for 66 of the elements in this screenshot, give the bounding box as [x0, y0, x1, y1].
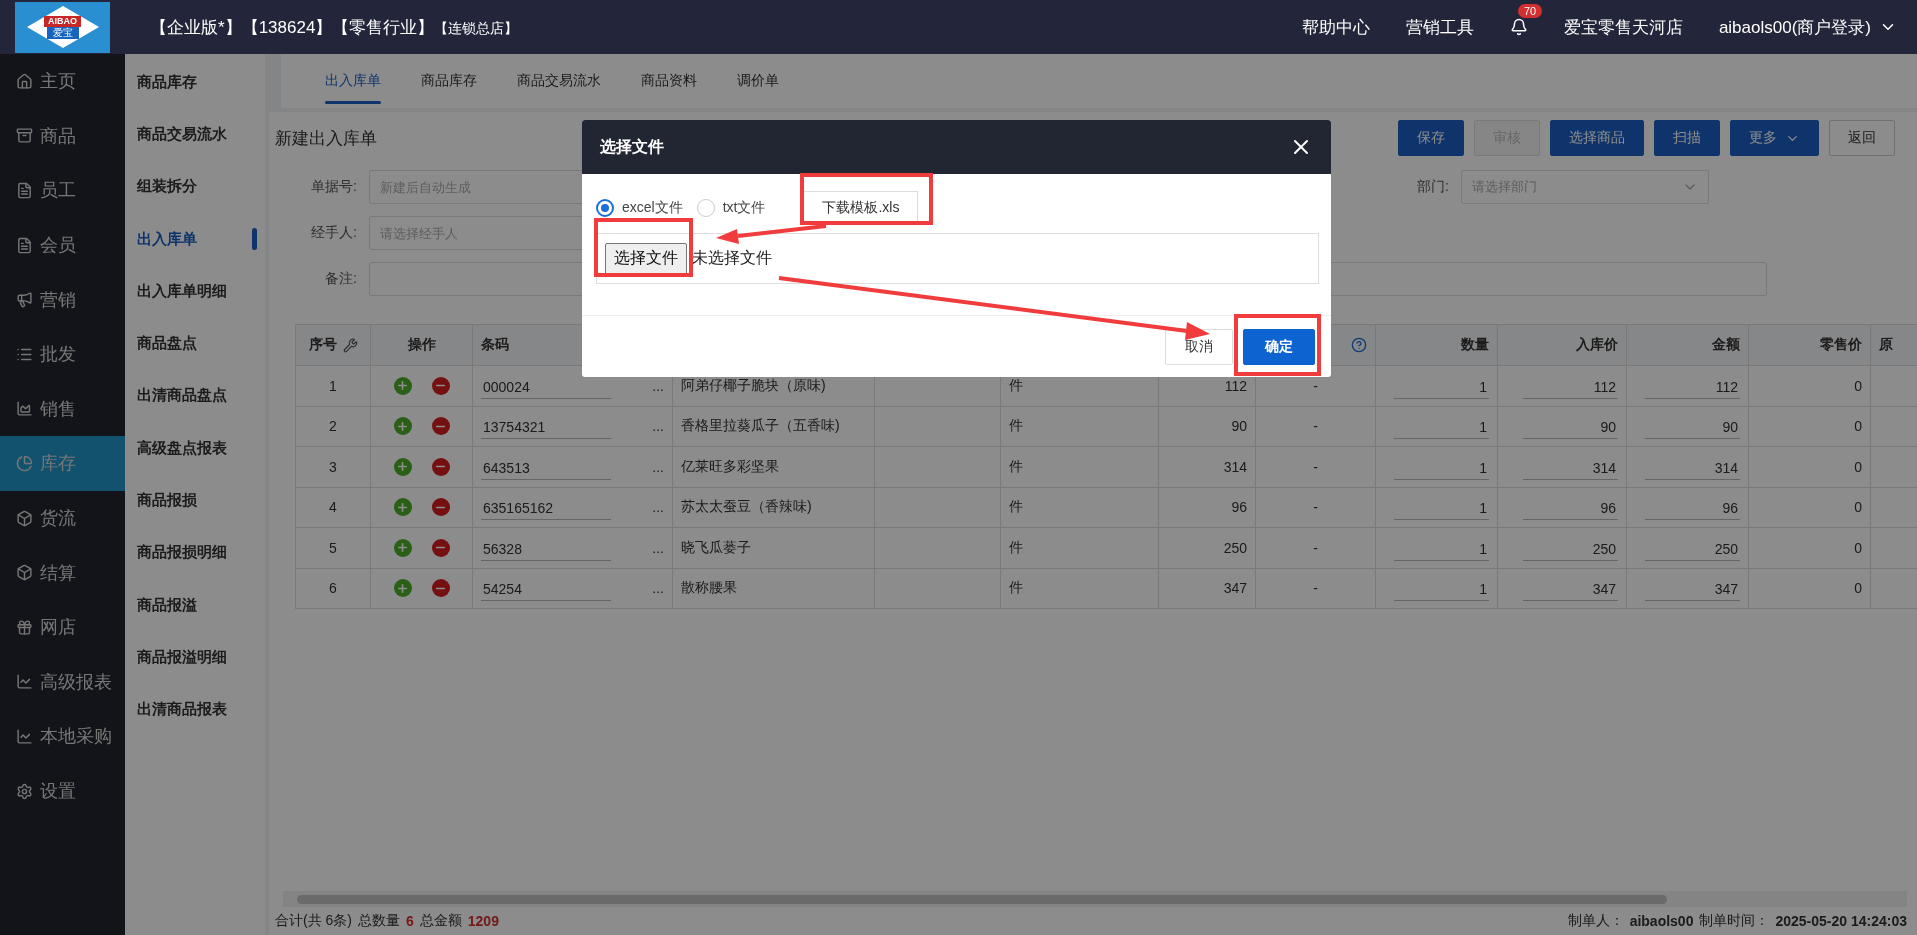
table-cell: 96 [1231, 499, 1247, 516]
table-cell: 0 [1854, 418, 1862, 435]
page-title: 新建出入库单 [275, 127, 377, 150]
table-cell: 6 [329, 580, 337, 597]
table-cell: 2 [329, 418, 337, 435]
table-cell: 件 [1009, 538, 1023, 557]
column-header: 入库价 [1576, 336, 1618, 354]
table-cell: - [1313, 377, 1318, 394]
maker-name: aibaols00 [1629, 913, 1694, 929]
table-cell: 件 [1009, 376, 1023, 395]
table-cell: 112 [1224, 377, 1247, 394]
table-cell: 0 [1854, 539, 1862, 556]
summary-label: 总数量 [358, 912, 400, 930]
summary-text: 合计(共 6条) [275, 912, 352, 930]
table-cell: 0 [1854, 458, 1862, 475]
table-cell: 件 [1009, 498, 1023, 517]
time-label: 制单时间： [1699, 912, 1770, 930]
notification-badge: 70 [1517, 4, 1543, 18]
logo-text: AIBAO [44, 15, 81, 27]
summary-value: 6 [406, 913, 414, 929]
field-label: 部门: [1416, 178, 1450, 196]
table-cell: 0 [1854, 499, 1862, 516]
table-cell: 苏太太蚕豆（香辣味) [681, 498, 812, 517]
table-cell: 0 [1854, 377, 1862, 394]
table-cell: 4 [329, 499, 337, 516]
table-cell: - [1313, 539, 1318, 556]
column-header: 零售价 [1820, 336, 1862, 354]
field-label: 备注: [324, 270, 358, 288]
table-cell: 散称腰果 [681, 579, 737, 598]
summary-label: 总金额 [419, 912, 462, 930]
table-cell: 0 [1854, 580, 1862, 597]
edition-tag: 【企业版*】 [150, 15, 242, 39]
time-value: 2025-05-20 14:24:03 [1775, 913, 1907, 929]
store-tag: 【连锁总店】 [434, 19, 519, 38]
column-header: 原 [1879, 336, 1893, 354]
column-header: 金额 [1712, 336, 1740, 354]
table-cell: 阿弟仔椰子脆块（原味) [681, 376, 826, 395]
column-header: 序号 [308, 336, 337, 354]
table-cell: 亿莱旺多彩坚果 [681, 457, 779, 476]
table-cell: 晓飞瓜蒌子 [681, 538, 751, 557]
table-cell: 件 [1009, 457, 1023, 476]
edition-tag: 【零售行业】 [332, 15, 435, 39]
table-cell: 5 [329, 539, 337, 556]
table-cell: - [1313, 418, 1318, 435]
column-header: 数量 [1461, 336, 1489, 354]
table-cell: 3 [329, 458, 337, 475]
file-status: 未选择文件 [692, 248, 772, 268]
column-header: 操作 [407, 336, 436, 354]
table-cell: - [1313, 580, 1318, 597]
summary-value: 1209 [467, 913, 499, 929]
table-cell: 250 [1223, 539, 1247, 556]
table-cell: 1 [329, 377, 337, 394]
table-cell: - [1313, 499, 1318, 516]
table-cell: 314 [1223, 458, 1247, 475]
column-header: 条码 [481, 336, 509, 354]
table-cell: - [1313, 458, 1318, 475]
table-cell: 90 [1231, 418, 1247, 435]
table-cell: 件 [1009, 579, 1023, 598]
table-cell: 347 [1223, 580, 1247, 597]
field-label: 单据号: [310, 178, 358, 196]
table-cell: 香格里拉葵瓜子（五香味) [681, 417, 840, 436]
field-label: 经手人: [310, 224, 358, 242]
maker-label: 制单人： [1567, 912, 1624, 930]
edition-tag: 【138624】 [241, 15, 333, 39]
dialog-title: 选择文件 [600, 136, 664, 157]
table-cell: 件 [1009, 417, 1023, 436]
